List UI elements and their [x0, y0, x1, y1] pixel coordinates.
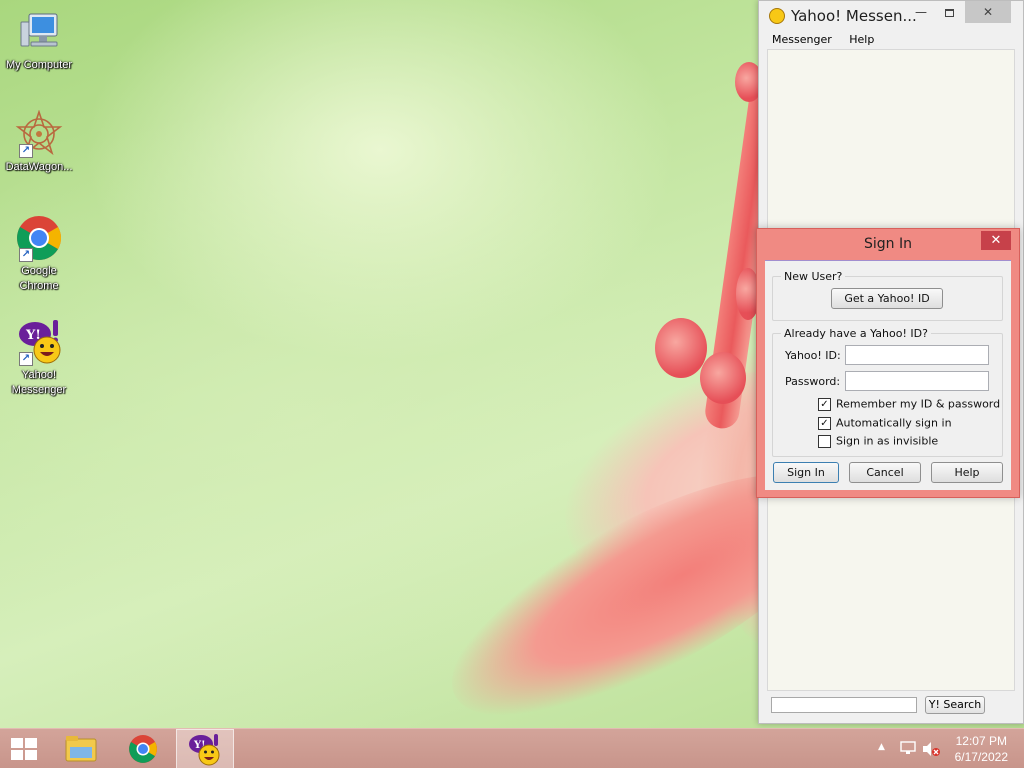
invisible-checkbox-label: Sign in as invisible: [836, 434, 939, 448]
volume-muted-icon[interactable]: [922, 741, 940, 757]
yahoo-id-field[interactable]: [845, 345, 989, 365]
remember-checkbox-label: Remember my ID & password: [836, 397, 1001, 411]
auto-signin-checkbox-row[interactable]: ✓ Automatically sign in: [818, 416, 952, 431]
yahoo-smiley-icon: [769, 8, 785, 24]
menu-bar: Messenger Help: [759, 31, 1023, 49]
password-label: Password:: [785, 375, 841, 388]
wallpaper-stamen: [700, 352, 746, 404]
taskbar: Y! ▲ 12:07 PM 6/17/2022: [0, 728, 1024, 768]
invisible-checkbox[interactable]: [818, 434, 831, 448]
start-button[interactable]: [0, 729, 48, 768]
yahoo-id-label: Yahoo! ID:: [785, 349, 841, 362]
chrome-icon: [129, 735, 157, 763]
existing-user-legend: Already have a Yahoo! ID?: [781, 327, 931, 340]
sign-in-button[interactable]: Sign In: [773, 462, 839, 483]
window-title: Yahoo! Messen...: [791, 7, 917, 25]
desktop-icon-label: Google Chrome: [19, 265, 59, 292]
show-hidden-icons-button[interactable]: ▲: [878, 742, 885, 752]
windows-logo-icon: [11, 738, 37, 760]
desktop-icon-google-chrome[interactable]: ↗ Google Chrome: [1, 214, 77, 294]
clock-date: 6/17/2022: [954, 750, 1008, 764]
yahoo-search-button[interactable]: Y! Search: [925, 696, 985, 714]
yahoo-messenger-icon: Y! ↗: [15, 318, 63, 366]
desktop-icon-label: DataWagon...: [5, 161, 73, 173]
maximize-button[interactable]: [935, 1, 963, 23]
wallpaper-stamen: [655, 318, 707, 378]
desktop-icon-label: My Computer: [5, 59, 73, 71]
taskbar-chrome[interactable]: [120, 729, 166, 768]
menu-help[interactable]: Help: [842, 31, 881, 48]
clock[interactable]: 12:07 PM 6/17/2022: [955, 733, 1008, 765]
remember-checkbox[interactable]: ✓: [818, 397, 831, 411]
desktop-icon-datawagon[interactable]: ↗ DataWagon...: [1, 109, 77, 175]
password-field[interactable]: [845, 371, 989, 391]
invisible-checkbox-row[interactable]: Sign in as invisible: [818, 434, 938, 449]
dialog-close-button[interactable]: ✕: [981, 231, 1011, 250]
shortcut-arrow-icon: ↗: [19, 144, 33, 158]
system-tray: ▲ 12:07 PM 6/17/2022: [864, 729, 1024, 768]
maximize-icon: [944, 8, 954, 17]
auto-signin-checkbox[interactable]: ✓: [818, 416, 831, 430]
taskbar-yahoo-messenger[interactable]: Y!: [176, 729, 234, 768]
new-user-group: New User? Get a Yahoo! ID: [772, 270, 1003, 321]
remember-checkbox-row[interactable]: ✓ Remember my ID & password: [818, 397, 1000, 412]
network-icon[interactable]: [900, 741, 916, 755]
minimize-button[interactable]: —: [907, 1, 935, 23]
computer-icon: [15, 8, 63, 56]
window-titlebar[interactable]: Yahoo! Messen... — ✕: [759, 1, 1023, 31]
cancel-button[interactable]: Cancel: [849, 462, 921, 483]
datawagon-icon: ↗: [15, 109, 63, 158]
chrome-icon: ↗: [15, 214, 63, 262]
desktop-icon-yahoo-messenger[interactable]: Y! ↗ Yahoo! Messenger: [1, 318, 77, 398]
shortcut-arrow-icon: ↗: [19, 352, 33, 366]
new-user-legend: New User?: [781, 270, 846, 283]
file-explorer-icon: [65, 736, 97, 762]
menu-messenger[interactable]: Messenger: [765, 31, 839, 48]
help-button[interactable]: Help: [931, 462, 1003, 483]
get-yahoo-id-button[interactable]: Get a Yahoo! ID: [831, 288, 943, 309]
desktop-icon-my-computer[interactable]: My Computer: [1, 8, 77, 73]
search-input[interactable]: [771, 697, 917, 713]
sign-in-dialog: Sign In ✕ New User? Get a Yahoo! ID Alre…: [756, 228, 1020, 498]
clock-time: 12:07 PM: [955, 734, 1007, 748]
existing-user-group: Already have a Yahoo! ID? Yahoo! ID: Pas…: [772, 327, 1003, 457]
dialog-body: New User? Get a Yahoo! ID Already have a…: [765, 260, 1011, 490]
shortcut-arrow-icon: ↗: [19, 248, 33, 262]
desktop-icon-label: Yahoo! Messenger: [11, 369, 67, 396]
close-button[interactable]: ✕: [965, 1, 1011, 23]
search-bar: Y! Search: [771, 696, 1019, 716]
taskbar-file-explorer[interactable]: [58, 729, 104, 768]
auto-signin-checkbox-label: Automatically sign in: [836, 416, 952, 430]
yahoo-messenger-icon: Y!: [189, 734, 220, 766]
